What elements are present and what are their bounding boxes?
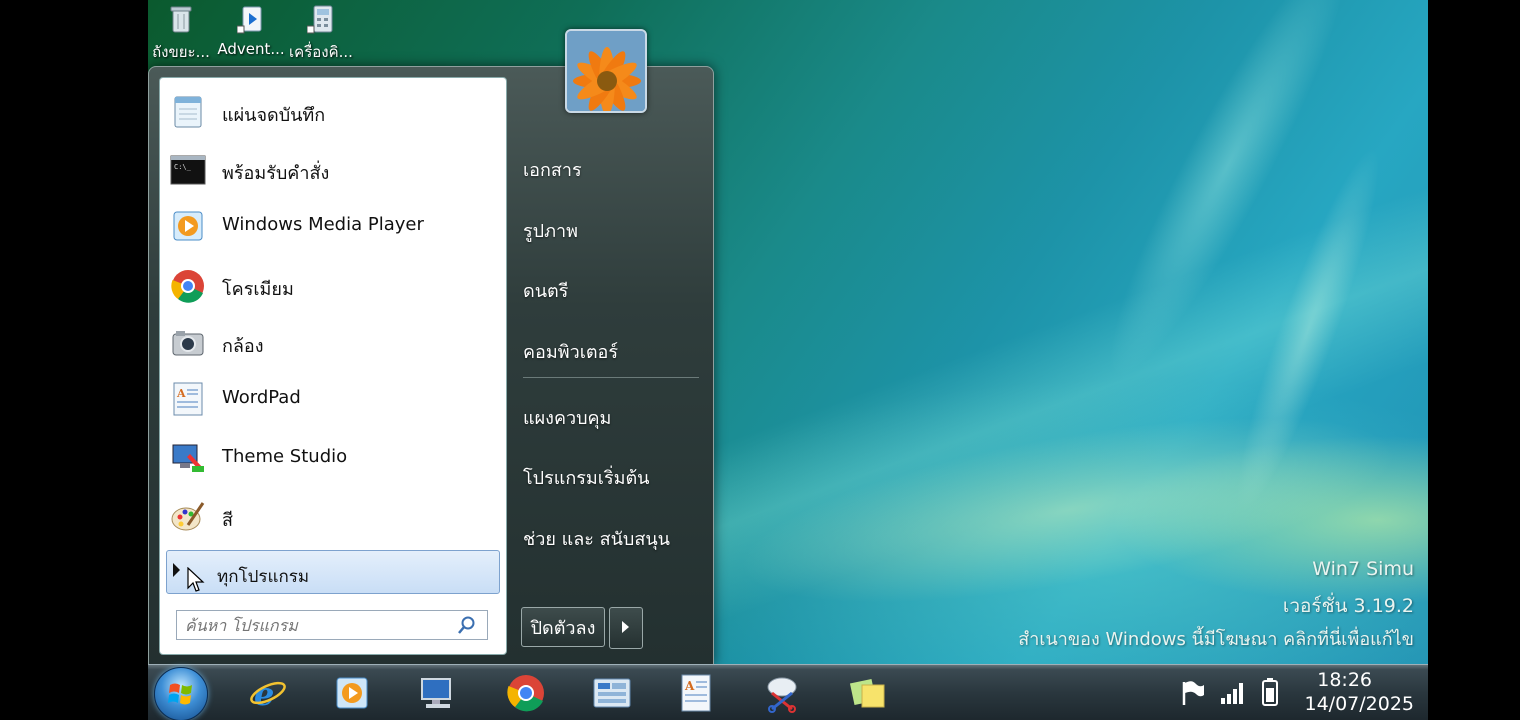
paint-icon bbox=[171, 502, 205, 531]
taskbar: e A 18:26 14/07/2025 bbox=[148, 664, 1428, 720]
arrow-right-icon bbox=[173, 563, 180, 577]
wordpad-icon: A bbox=[173, 382, 203, 416]
program-label: สี bbox=[222, 510, 233, 531]
program-item-chrome[interactable]: โครเมียม bbox=[160, 258, 506, 314]
chrome-icon bbox=[171, 270, 204, 303]
program-item-command-prompt[interactable]: C:\_ พร้อมรับคำสั่ง bbox=[160, 142, 506, 198]
search-input[interactable] bbox=[183, 611, 447, 639]
program-search-box[interactable] bbox=[176, 610, 488, 640]
start-menu-programs-pane: แผ่นจดบันทึก C:\_ พร้อมรับคำสั่ง Windows… bbox=[159, 77, 507, 655]
notepad-icon bbox=[174, 96, 202, 128]
program-item-windows-media-player[interactable]: Windows Media Player bbox=[160, 198, 506, 254]
svg-text:A: A bbox=[684, 679, 695, 693]
place-control-panel[interactable]: แผงควบคุม bbox=[523, 403, 611, 432]
desktop[interactable]: ถังขยะ... Advent... เครื่องคิ... Win7 Si… bbox=[148, 0, 1428, 720]
program-item-paint[interactable]: สี bbox=[160, 489, 506, 545]
program-item-theme-studio[interactable]: Theme Studio bbox=[160, 430, 506, 486]
action-center-flag-icon[interactable] bbox=[1178, 679, 1206, 707]
desktop-icon-adventure[interactable]: Advent... bbox=[216, 4, 286, 58]
mouse-cursor-icon bbox=[187, 567, 205, 592]
camera-icon bbox=[172, 331, 204, 356]
clock-time[interactable]: 18:26 bbox=[1317, 669, 1372, 691]
media-player-icon bbox=[173, 211, 203, 241]
adventure-icon bbox=[237, 6, 262, 34]
recycle-bin-icon bbox=[170, 6, 192, 33]
place-computer[interactable]: คอมพิวเตอร์ bbox=[523, 337, 618, 366]
program-label: กล้อง bbox=[222, 336, 264, 357]
watermark-version: เวอร์ชั่น 3.19.2 bbox=[1282, 595, 1414, 617]
wordpad-icon[interactable]: A bbox=[676, 673, 716, 713]
desktop-icon-label: Advent... bbox=[217, 40, 285, 58]
calculator-icon bbox=[307, 5, 333, 34]
start-button[interactable] bbox=[154, 667, 208, 720]
place-help-and-support[interactable]: ช่วย และ สนับสนุน bbox=[523, 524, 670, 553]
all-programs-label: ทุกโปรแกรม bbox=[217, 567, 310, 587]
program-label: แผ่นจดบันทึก bbox=[222, 105, 326, 126]
clock-date[interactable]: 14/07/2025 bbox=[1304, 693, 1414, 715]
computer-icon[interactable] bbox=[418, 673, 458, 713]
desktop-icon-label: ถังขยะ... bbox=[152, 43, 210, 61]
svg-text:C:\_: C:\_ bbox=[174, 163, 192, 171]
sticky-notes-icon[interactable] bbox=[848, 673, 888, 713]
places-divider bbox=[523, 377, 699, 378]
program-item-wordpad[interactable]: A WordPad bbox=[160, 371, 506, 427]
place-documents[interactable]: เอกสาร bbox=[523, 155, 582, 184]
place-default-programs[interactable]: โปรแกรมเริ่มต้น bbox=[523, 463, 649, 492]
program-label: พร้อมรับคำสั่ง bbox=[222, 163, 330, 184]
windows-logo-icon bbox=[168, 683, 192, 705]
shutdown-options-button[interactable] bbox=[609, 607, 643, 649]
desktop-icon-calculator[interactable]: เครื่องคิ... bbox=[286, 4, 356, 64]
svg-text:A: A bbox=[176, 387, 186, 400]
command-prompt-icon: C:\_ bbox=[170, 155, 206, 185]
program-item-notepad[interactable]: แผ่นจดบันทึก bbox=[160, 84, 506, 140]
internet-explorer-icon[interactable]: e bbox=[248, 673, 288, 713]
shutdown-button[interactable]: ปิดตัวลง bbox=[521, 607, 605, 647]
start-menu: แผ่นจดบันทึก C:\_ พร้อมรับคำสั่ง Windows… bbox=[148, 29, 714, 666]
program-item-camera[interactable]: กล้อง bbox=[160, 315, 506, 371]
all-programs-button[interactable]: ทุกโปรแกรม bbox=[166, 550, 500, 594]
snipping-tool-icon[interactable] bbox=[762, 673, 802, 713]
media-player-icon[interactable] bbox=[332, 673, 372, 713]
watermark-activation-link[interactable]: สำเนาของ Windows นี้มีโฆษณา คลิกที่นี่เพ… bbox=[1018, 624, 1414, 653]
desktop-icon-recycle-bin[interactable]: ถังขยะ... bbox=[148, 4, 216, 64]
theme-studio-icon bbox=[172, 444, 204, 472]
place-music[interactable]: ดนตรี bbox=[523, 276, 568, 305]
control-panel-icon[interactable] bbox=[592, 673, 632, 713]
system-tray: 18:26 14/07/2025 bbox=[1168, 665, 1428, 720]
chrome-icon[interactable] bbox=[506, 673, 546, 713]
desktop-icon-label: เครื่องคิ... bbox=[289, 43, 353, 61]
start-menu-places-pane: เอกสาร รูปภาพ ดนตรี คอมพิวเตอร์ แผงควบคุ… bbox=[511, 67, 711, 665]
place-pictures[interactable]: รูปภาพ bbox=[523, 216, 578, 245]
watermark-title: Win7 Simu bbox=[1312, 558, 1414, 580]
signal-strength-icon[interactable] bbox=[1218, 679, 1246, 707]
arrow-right-icon bbox=[622, 621, 629, 633]
program-label: Windows Media Player bbox=[222, 214, 424, 235]
battery-icon[interactable] bbox=[1260, 677, 1280, 707]
program-label: Theme Studio bbox=[222, 446, 348, 467]
search-icon[interactable] bbox=[457, 615, 477, 635]
svg-text:e: e bbox=[254, 675, 274, 713]
program-label: WordPad bbox=[222, 387, 301, 408]
program-label: โครเมียม bbox=[222, 279, 294, 300]
